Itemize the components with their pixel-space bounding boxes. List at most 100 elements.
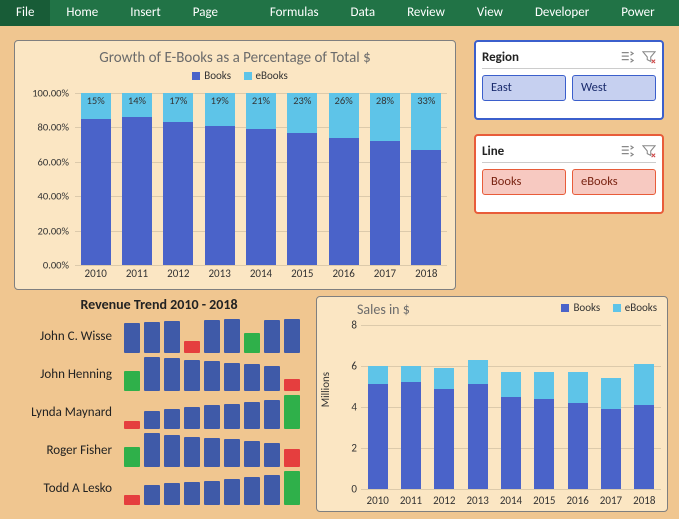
spark-bar — [204, 481, 220, 505]
y-tick-label: 6 — [351, 360, 357, 373]
y-tick-label: 40.00% — [38, 190, 69, 203]
bar-segment-books — [163, 122, 193, 265]
spark-bar — [284, 319, 300, 353]
multiselect-icon[interactable] — [620, 144, 634, 158]
x-tick-label: 2013 — [461, 494, 494, 507]
slicer-region[interactable]: Region East West — [474, 40, 664, 120]
x-tick-label: 2013 — [199, 267, 240, 285]
x-tick-label: 2018 — [628, 494, 661, 507]
ribbon-tab-formulas[interactable]: Formulas — [254, 0, 335, 26]
bar-segment-books — [370, 141, 400, 265]
spark-bar — [204, 405, 220, 429]
chart2-legend: Books eBooks — [551, 301, 657, 314]
spark-bar — [204, 438, 220, 467]
spark-bar — [124, 371, 140, 391]
y-tick-label: 80.00% — [38, 121, 69, 134]
slicer-line-ebooks[interactable]: eBooks — [572, 169, 656, 195]
spark-bar — [284, 471, 300, 505]
ribbon-tab-data[interactable]: Data — [335, 0, 392, 26]
spark-bar — [284, 449, 300, 467]
legend-label-books: Books — [573, 301, 600, 314]
bar-segment-ebooks: 14% — [122, 93, 152, 117]
spark-bar — [164, 409, 180, 429]
chart-ebook-growth[interactable]: Growth of E-Books as a Percentage of Tot… — [14, 40, 456, 290]
revenue-trend-title: Revenue Trend 2010 - 2018 — [4, 296, 314, 313]
bar-segment-ebooks: 23% — [287, 93, 317, 133]
bar-segment-books — [501, 397, 521, 489]
bar-segment-ebooks — [568, 372, 588, 403]
bar-segment-ebooks — [634, 364, 654, 405]
dashboard-canvas: Growth of E-Books as a Percentage of Tot… — [0, 26, 679, 519]
bar-segment-ebooks: 26% — [329, 93, 359, 138]
ribbon-tab-developer[interactable]: Developer — [519, 0, 605, 26]
chart2-ylabel: Millions — [319, 372, 332, 407]
spark-bar — [244, 441, 260, 467]
x-tick-label: 2010 — [361, 494, 394, 507]
legend-label-ebooks: eBooks — [256, 69, 288, 82]
clear-filter-icon[interactable] — [642, 144, 656, 158]
spark-bar — [224, 439, 240, 467]
ribbon-tab-power-pivot[interactable]: Power Pivo — [605, 0, 679, 26]
bar-segment-books — [287, 133, 317, 265]
spark-bar — [264, 443, 280, 467]
ribbon-tab-insert[interactable]: Insert — [114, 0, 177, 26]
spark-bar — [244, 364, 260, 391]
bar-segment-books — [411, 150, 441, 265]
bar-segment-ebooks: 33% — [411, 93, 441, 150]
spark-bar — [164, 358, 180, 391]
data-label: 26% — [329, 94, 359, 107]
slicer-region-west[interactable]: West — [572, 75, 656, 101]
ribbon-tab-review[interactable]: Review — [391, 0, 461, 26]
spark-bar — [224, 363, 240, 391]
data-label: 14% — [122, 94, 152, 107]
spark-bar — [184, 407, 200, 429]
spark-bar — [124, 495, 140, 505]
bar-segment-ebooks: 28% — [370, 93, 400, 141]
chart-legend: Books eBooks — [23, 69, 447, 82]
bar-segment-ebooks: 15% — [81, 93, 111, 119]
ribbon-tab-home[interactable]: Home — [50, 0, 114, 26]
chart-title: Growth of E-Books as a Percentage of Tot… — [23, 49, 447, 67]
bar-segment-books — [368, 384, 388, 489]
x-tick-label: 2014 — [240, 267, 281, 285]
bar-segment-books — [329, 138, 359, 265]
spark-bar — [184, 482, 200, 505]
trend-name: John Henning — [4, 367, 120, 382]
slicer-region-east[interactable]: East — [482, 75, 566, 101]
sparkline — [120, 471, 314, 505]
x-tick-label: 2011 — [116, 267, 157, 285]
spark-bar — [144, 322, 160, 353]
spark-bar — [124, 447, 140, 467]
bar-segment-books — [434, 389, 454, 489]
chart-sales-dollars[interactable]: Sales in $ Books eBooks Millions 02468 2… — [316, 296, 668, 512]
bar-segment-books — [81, 119, 111, 265]
x-tick-label: 2015 — [282, 267, 323, 285]
revenue-trend-table: Revenue Trend 2010 - 2018 John C. WisseJ… — [4, 296, 314, 514]
spark-bar — [124, 421, 140, 429]
slicer-line[interactable]: Line Books eBooks — [474, 134, 664, 214]
ribbon-tab-view[interactable]: View — [461, 0, 519, 26]
x-tick-label: 2012 — [158, 267, 199, 285]
chart2-plot — [361, 325, 661, 489]
bar-segment-books — [401, 382, 421, 489]
ribbon-tab-page-layout[interactable]: Page Layout — [177, 0, 254, 26]
bar-segment-books — [246, 129, 276, 265]
spark-bar — [224, 404, 240, 429]
x-tick-label: 2016 — [561, 494, 594, 507]
legend-swatch-books — [192, 72, 200, 80]
data-label: 19% — [205, 94, 235, 107]
slicer-region-title: Region — [482, 50, 519, 65]
legend-label-ebooks: eBooks — [625, 301, 657, 314]
multiselect-icon[interactable] — [620, 50, 634, 64]
slicer-line-books[interactable]: Books — [482, 169, 566, 195]
bar-segment-ebooks: 21% — [246, 93, 276, 129]
clear-filter-icon[interactable] — [642, 50, 656, 64]
slicer-line-header: Line — [482, 140, 656, 163]
bar-segment-books — [205, 126, 235, 265]
spark-bar — [184, 341, 200, 353]
ribbon-tab-file[interactable]: File — [0, 0, 50, 26]
data-label: 17% — [163, 94, 193, 107]
bar-segment-books — [468, 384, 488, 489]
bar-segment-ebooks: 17% — [163, 93, 193, 122]
trend-name: Roger Fisher — [4, 443, 120, 458]
